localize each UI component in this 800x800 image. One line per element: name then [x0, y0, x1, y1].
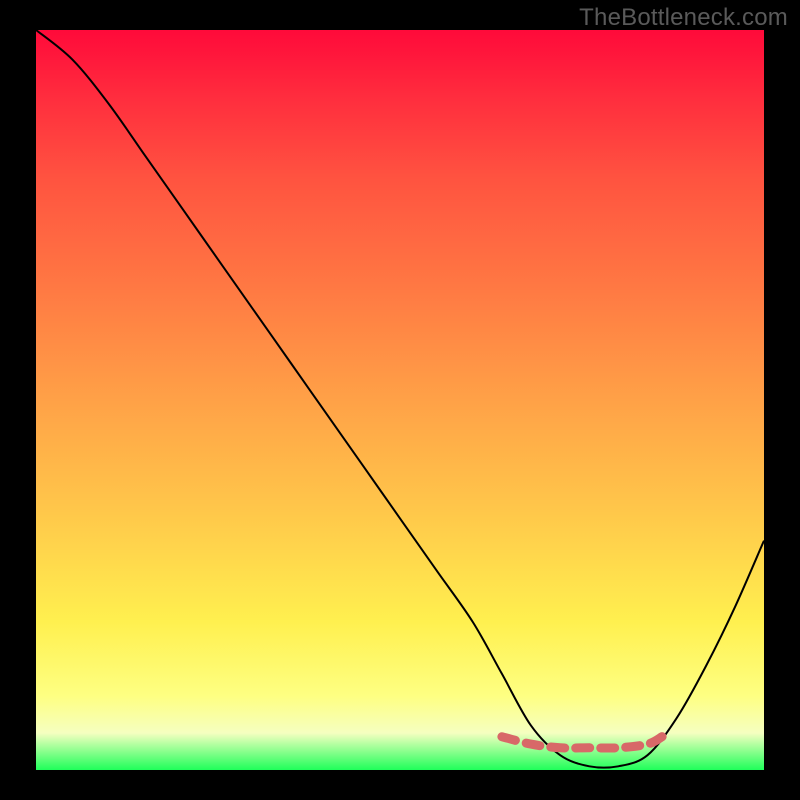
optimal-band — [502, 737, 662, 748]
band-layer — [36, 30, 764, 770]
watermark-text: TheBottleneck.com — [579, 4, 788, 32]
chart-area — [36, 30, 764, 770]
